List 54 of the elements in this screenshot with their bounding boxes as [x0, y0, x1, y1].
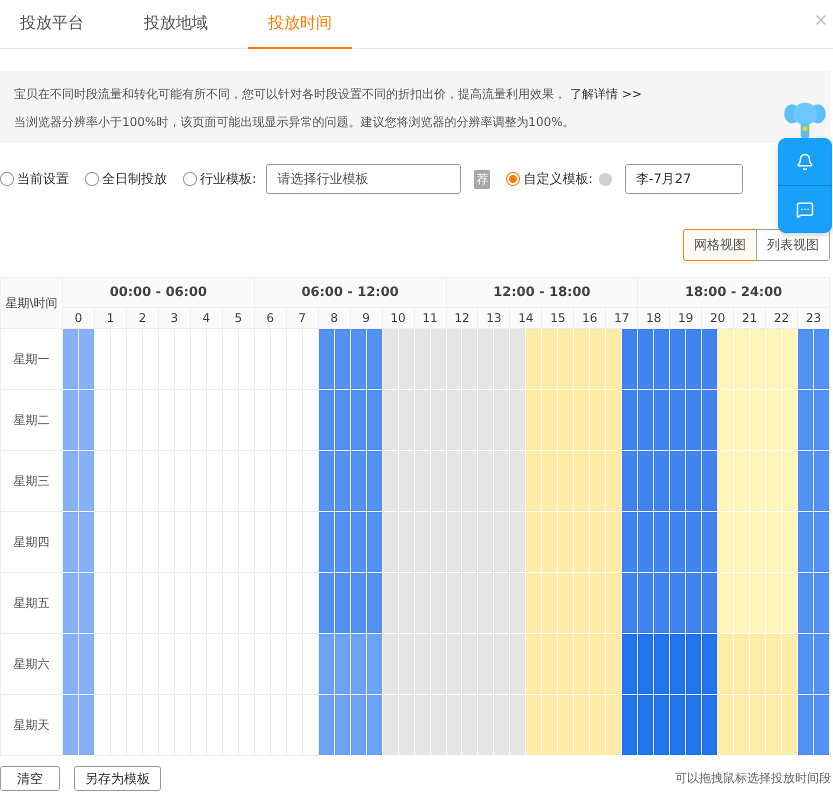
hour-header: 14: [510, 308, 542, 329]
radio-button[interactable]: [85, 172, 99, 186]
hour-header: 0: [63, 308, 95, 329]
view-toggle[interactable]: 列表视图: [756, 229, 830, 261]
hour-header: 18: [638, 308, 670, 329]
hour-header: 12: [446, 308, 478, 329]
details-link[interactable]: 了解详情 >>: [570, 87, 642, 101]
bell-icon: [796, 152, 814, 170]
radio-button[interactable]: [183, 172, 197, 186]
hour-header: 10: [382, 308, 415, 329]
radio-label: 行业模板:: [200, 171, 256, 188]
hour-header: 19: [670, 308, 702, 329]
tab[interactable]: 投放平台: [0, 0, 104, 49]
hour-header: 15: [542, 308, 574, 329]
chat-icon: [796, 200, 814, 218]
hour-header: 13: [478, 308, 510, 329]
hour-header: 1: [94, 308, 127, 329]
clear-button[interactable]: 清空: [0, 766, 60, 791]
hour-header: 16: [574, 308, 606, 329]
radio-button[interactable]: [0, 172, 14, 186]
range-header: 00:00 - 06:00: [63, 278, 255, 308]
template-select[interactable]: 李-7月27: [624, 164, 743, 194]
range-header: 12:00 - 18:00: [446, 278, 638, 308]
help-icon[interactable]: [598, 172, 612, 186]
template-select[interactable]: 请选择行业模板: [266, 164, 462, 194]
view-toggle[interactable]: 网格视图: [683, 229, 757, 261]
hour-header: 11: [414, 308, 446, 329]
tab[interactable]: 投放地域: [124, 0, 228, 49]
hour-header: 22: [766, 308, 798, 329]
hour-header: 3: [158, 308, 191, 329]
mascot-drawing[interactable]: [783, 100, 827, 138]
hour-header: 4: [190, 308, 223, 329]
radio-button[interactable]: [506, 172, 520, 186]
notice-text: 当浏览器分辨率小于100%时，该页面可能出现显示异常的问题。建议您将浏览器的分辨率调整为100%。: [14, 114, 576, 131]
range-header: 06:00 - 12:00: [254, 278, 446, 308]
hour-header: 9: [350, 308, 383, 329]
hour-header: 7: [286, 308, 319, 329]
save-template-button[interactable]: 另存为模板: [74, 766, 161, 791]
radio-label: 自定义模板:: [523, 171, 593, 188]
hour-header: 17: [606, 308, 638, 329]
hour-header: 23: [798, 308, 830, 329]
hint-text: 可以拖拽鼠标选择投放时间段: [675, 770, 831, 787]
hour-header: 5: [222, 308, 255, 329]
hour-header: 2: [126, 308, 159, 329]
corner-header: 星期\时间: [1, 278, 63, 329]
range-header: 18:00 - 24:00: [638, 278, 830, 308]
notice-text: 宝贝在不同时段流量和转化可能有所不同，您可以针对各时段设置不同的折扣出价，提高流量利用效果， 了解详情 >>: [14, 86, 643, 103]
hour-header: 20: [702, 308, 734, 329]
hour-header: 21: [734, 308, 766, 329]
recommend-tag: 荐: [474, 170, 490, 188]
radio-label: 当前设置: [17, 171, 69, 188]
radio-label: 全日制投放: [102, 171, 167, 188]
hour-header: 6: [254, 308, 287, 329]
hour-header: 8: [318, 308, 351, 329]
